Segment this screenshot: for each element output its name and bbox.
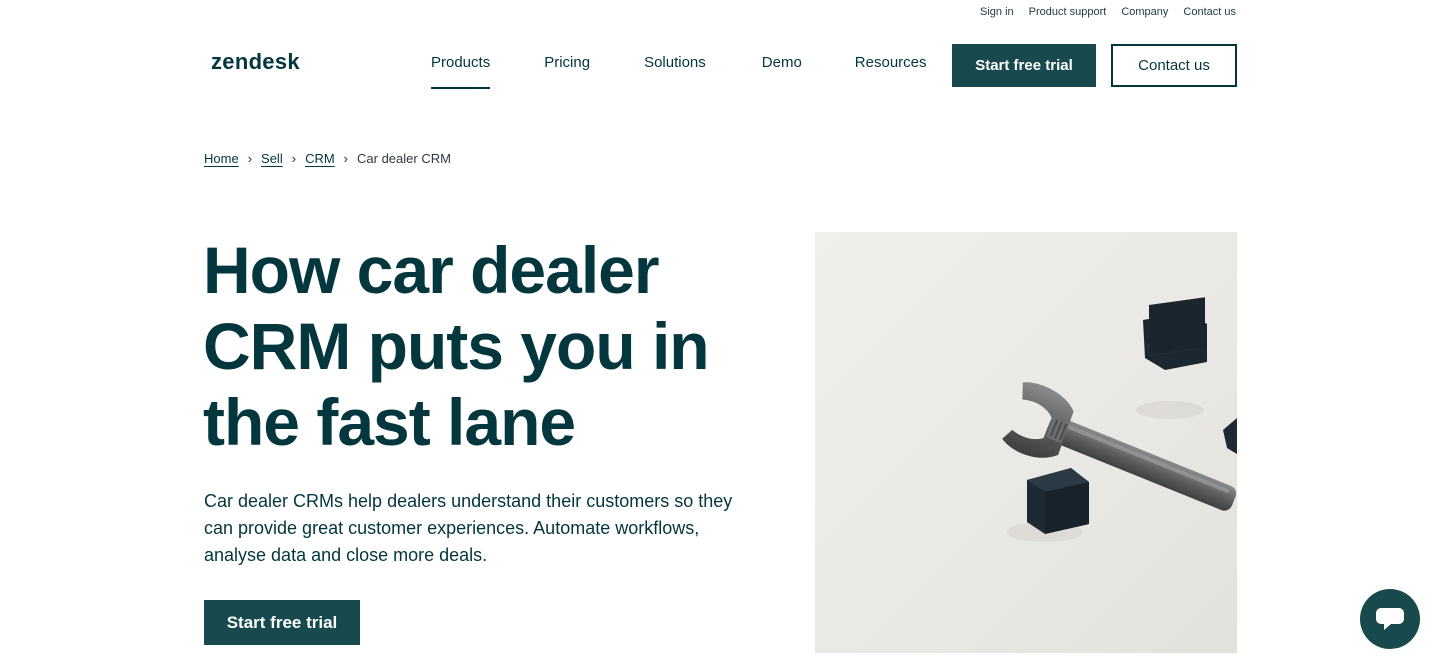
hero-description: Car dealer CRMs help dealers understand … xyxy=(204,491,733,565)
contact-us-header-button[interactable]: Contact us xyxy=(1111,44,1237,87)
chat-bubble-icon xyxy=(1376,608,1404,630)
breadcrumb-sell[interactable]: Sell xyxy=(261,151,283,166)
hero-image xyxy=(815,232,1237,653)
company-link[interactable]: Company xyxy=(1121,6,1168,18)
wrench-and-blocks-illustration xyxy=(1002,297,1237,542)
sign-in-link[interactable]: Sign in xyxy=(980,6,1014,18)
contact-us-link[interactable]: Contact us xyxy=(1183,6,1236,18)
breadcrumb-separator: › xyxy=(247,151,253,166)
chat-button[interactable] xyxy=(1360,589,1420,649)
nav-demo[interactable]: Demo xyxy=(733,44,828,88)
hero-title: How car dealer CRM puts you in the fast … xyxy=(203,233,710,459)
start-free-trial-header-button[interactable]: Start free trial xyxy=(952,44,1096,87)
product-support-link[interactable]: Product support xyxy=(1029,6,1107,18)
breadcrumb-current: Car dealer CRM xyxy=(357,151,451,166)
nav-resources[interactable]: Resources xyxy=(828,44,945,88)
nav-products[interactable]: Products xyxy=(404,44,517,89)
start-free-trial-hero-button[interactable]: Start free trial xyxy=(204,600,360,645)
nav-solutions[interactable]: Solutions xyxy=(617,44,733,88)
breadcrumb-separator: › xyxy=(343,151,349,166)
nav-pricing[interactable]: Pricing xyxy=(517,44,617,88)
zendesk-logo[interactable]: zendesk xyxy=(211,49,300,75)
breadcrumb-crm[interactable]: CRM xyxy=(305,151,335,166)
utility-nav: Sign in Product support Company Contact … xyxy=(980,6,1236,18)
breadcrumb: Home › Sell › CRM › Car dealer CRM xyxy=(204,151,451,166)
breadcrumb-home[interactable]: Home xyxy=(204,151,239,166)
breadcrumb-separator: › xyxy=(291,151,297,166)
main-nav: Products Pricing Solutions Demo Resource… xyxy=(404,44,945,89)
